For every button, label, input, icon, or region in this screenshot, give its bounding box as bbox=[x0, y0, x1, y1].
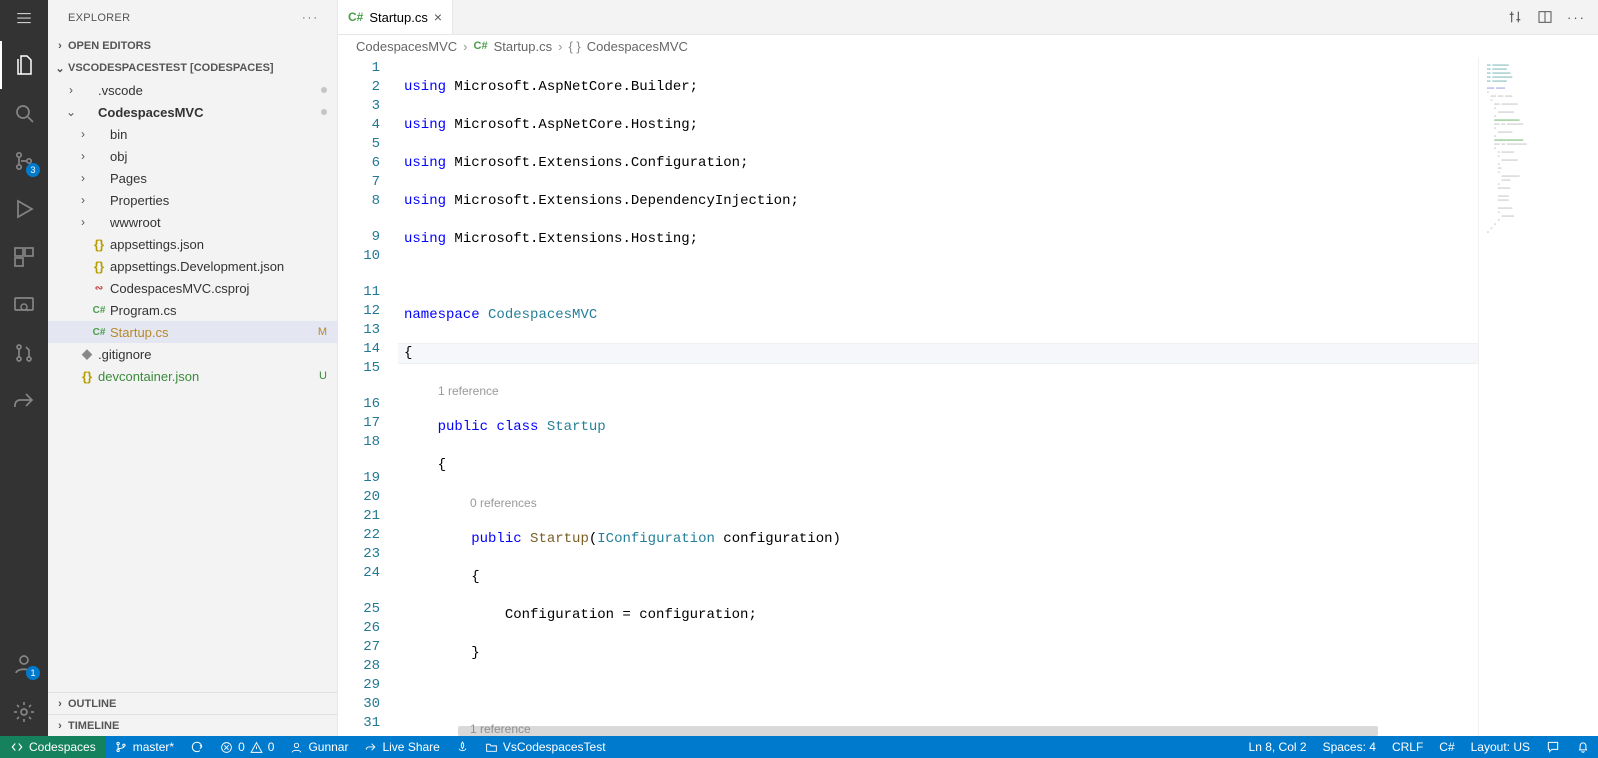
keyboard-layout[interactable]: Layout: US bbox=[1463, 736, 1538, 758]
code-editor[interactable]: using Microsoft.AspNetCore.Builder; usin… bbox=[398, 57, 1478, 736]
tree-item[interactable]: ›bin bbox=[48, 123, 337, 145]
problems-indicator[interactable]: 0 0 bbox=[212, 736, 282, 758]
run-icon[interactable] bbox=[0, 185, 48, 233]
minimap[interactable]: ▬▬ ▬▬▬▬▬▬▬▬▬▬▬ ▬▬▬▬▬▬▬▬▬▬ ▬▬▬▬▬▬▬▬▬▬▬▬ ▬… bbox=[1478, 57, 1598, 736]
eol[interactable]: CRLF bbox=[1384, 736, 1431, 758]
activity-bar: 3 1 bbox=[0, 0, 48, 736]
editor-area: C# Startup.cs × ··· CodespacesMVC› C# St… bbox=[338, 0, 1598, 736]
extensions-icon[interactable] bbox=[0, 233, 48, 281]
tree-item[interactable]: ›Pages bbox=[48, 167, 337, 189]
tree-item[interactable]: ›.vscode bbox=[48, 79, 337, 101]
notifications-icon[interactable] bbox=[1568, 736, 1598, 758]
account-icon[interactable]: 1 bbox=[0, 640, 48, 688]
file-tree: ›.vscode⌄CodespacesMVC›bin›obj›Pages›Pro… bbox=[48, 79, 337, 692]
tree-item[interactable]: ›wwwroot bbox=[48, 211, 337, 233]
omnisharp-indicator[interactable] bbox=[448, 736, 477, 758]
github-pr-icon[interactable] bbox=[0, 329, 48, 377]
cursor-position[interactable]: Ln 8, Col 2 bbox=[1241, 736, 1315, 758]
horizontal-scrollbar[interactable] bbox=[458, 726, 1378, 736]
editor-tabs: C# Startup.cs × ··· bbox=[338, 0, 1598, 35]
explorer-title: EXPLORER bbox=[68, 12, 302, 24]
line-gutter: 12345678 910 1112131415 161718 192021222… bbox=[338, 57, 398, 736]
folder-indicator[interactable]: VsCodespacesTest bbox=[477, 736, 614, 758]
scm-icon[interactable]: 3 bbox=[0, 137, 48, 185]
close-icon[interactable]: × bbox=[434, 9, 442, 25]
tab-label: Startup.cs bbox=[369, 10, 428, 25]
open-editors-section[interactable]: ›OPEN EDITORS bbox=[48, 35, 337, 57]
liveshare-icon[interactable] bbox=[0, 377, 48, 425]
remote-explorer-icon[interactable] bbox=[0, 281, 48, 329]
user-indicator[interactable]: Gunnar bbox=[282, 736, 356, 758]
timeline-section[interactable]: ›TIMELINE bbox=[48, 714, 337, 736]
tree-item[interactable]: ›Properties bbox=[48, 189, 337, 211]
more-icon[interactable]: ··· bbox=[302, 12, 319, 24]
settings-gear-icon[interactable] bbox=[0, 688, 48, 736]
liveshare-indicator[interactable]: Live Share bbox=[356, 736, 447, 758]
status-bar: Codespaces master* 0 0 Gunnar Live Share bbox=[0, 736, 1598, 758]
tree-item[interactable]: C#Startup.csM bbox=[48, 321, 337, 343]
sync-indicator[interactable] bbox=[182, 736, 212, 758]
branch-indicator[interactable]: master* bbox=[106, 736, 182, 758]
language-mode[interactable]: C# bbox=[1431, 736, 1462, 758]
tree-item[interactable]: ◆.gitignore bbox=[48, 343, 337, 365]
indentation[interactable]: Spaces: 4 bbox=[1315, 736, 1384, 758]
tree-item[interactable]: ∾CodespacesMVC.csproj bbox=[48, 277, 337, 299]
search-icon[interactable] bbox=[0, 89, 48, 137]
workspace-section[interactable]: ⌄VSCODESPACESTEST [CODESPACES] bbox=[48, 57, 337, 79]
tree-item[interactable]: {}devcontainer.jsonU bbox=[48, 365, 337, 387]
tree-item[interactable]: ›obj bbox=[48, 145, 337, 167]
scm-badge: 3 bbox=[26, 163, 40, 177]
menu-icon[interactable] bbox=[0, 0, 48, 35]
breadcrumb[interactable]: CodespacesMVC› C# Startup.cs› { } Codesp… bbox=[338, 35, 1598, 57]
tab-startup[interactable]: C# Startup.cs × bbox=[338, 0, 453, 34]
outline-section[interactable]: ›OUTLINE bbox=[48, 692, 337, 714]
explorer-icon[interactable] bbox=[0, 41, 48, 89]
sidebar-explorer: EXPLORER ··· ›OPEN EDITORS ⌄VSCODESPACES… bbox=[48, 0, 338, 736]
account-badge: 1 bbox=[26, 666, 40, 680]
tree-item[interactable]: {}appsettings.json bbox=[48, 233, 337, 255]
tree-item[interactable]: C#Program.cs bbox=[48, 299, 337, 321]
split-editor-icon[interactable] bbox=[1537, 9, 1553, 25]
remote-indicator[interactable]: Codespaces bbox=[0, 736, 106, 758]
tree-item[interactable]: ⌄CodespacesMVC bbox=[48, 101, 337, 123]
feedback-icon[interactable] bbox=[1538, 736, 1568, 758]
more-actions-icon[interactable]: ··· bbox=[1567, 10, 1586, 25]
compare-changes-icon[interactable] bbox=[1507, 9, 1523, 25]
tree-item[interactable]: {}appsettings.Development.json bbox=[48, 255, 337, 277]
